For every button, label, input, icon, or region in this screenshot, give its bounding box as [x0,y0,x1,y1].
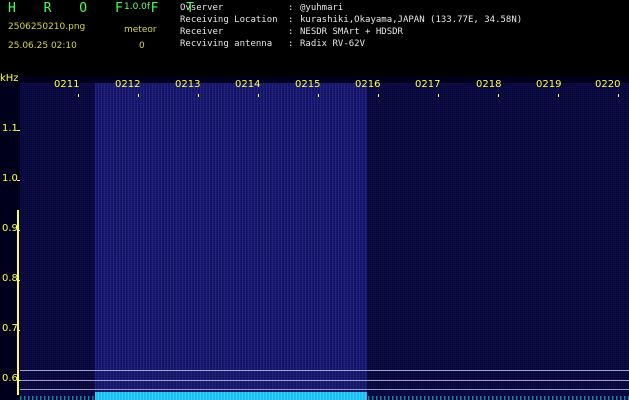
info-key: Receiver [180,27,224,37]
spectrogram-band-active [95,83,367,398]
spectrogram-band-left [20,83,95,398]
meteor-label: meteor [124,25,157,35]
y-tick-label: 1.1 [2,123,18,134]
info-value: NESDR SMArt + HDSDR [300,27,403,37]
reference-line [20,389,629,390]
info-value: @yuhmari [300,3,344,13]
app-brand: H R O F F T [8,1,205,16]
x-tick-label: 0216 [355,79,381,90]
y-axis-marker [17,210,19,395]
x-tick-label: 0220 [595,79,621,90]
x-tick-label: 0212 [115,79,141,90]
info-key: Recviving antenna [180,39,273,49]
y-tick-label: 1.0 [2,173,18,184]
info-row-observer: Ovserver: @yuhmari [180,3,344,13]
header-panel: H R O F F T 1.0.0f 2506250210.png meteor… [0,0,629,76]
x-tick-label: 0215 [295,79,321,90]
y-unit-label: kHz [0,73,19,84]
x-tick-label: 0217 [415,79,441,90]
capture-datetime: 25.06.25 02:10 [8,41,77,51]
file-name: 2506250210.png [8,22,86,32]
app-version: 1.0.0f [124,2,151,12]
x-tick-label: 0219 [536,79,562,90]
x-tick-label: 0214 [235,79,261,90]
spectrogram-band-right [367,83,629,398]
y-tick-label: 0.7 [2,323,18,334]
noise-floor-active [95,392,367,400]
info-value: Radix RV-62V [300,39,366,49]
info-value: kurashiki,Okayama,JAPAN (133.77E, 34.58N… [300,15,523,25]
info-key: Ovserver [180,3,224,13]
info-row-location: Receiving Location: kurashiki,Okayama,JAP… [180,15,523,25]
x-tick-label: 0218 [476,79,502,90]
info-row-antenna: Recviving antenna: Radix RV-62V [180,39,366,49]
x-tick-label: 0213 [175,79,201,90]
x-tick-label: 0211 [54,79,80,90]
y-tick-label: 0.8 [2,273,18,284]
y-tick-label: 0.9 [2,223,18,234]
info-row-receiver: Receiver: NESDR SMArt + HDSDR [180,27,403,37]
info-key: Receiving Location [180,15,278,25]
station-info: Ovserver: @yuhmari Receiving Location: kur… [180,2,522,50]
meteor-count: 0 [139,41,145,51]
y-tick-label: 0.6 [2,373,18,384]
reference-line [20,380,629,381]
reference-line [20,370,629,371]
